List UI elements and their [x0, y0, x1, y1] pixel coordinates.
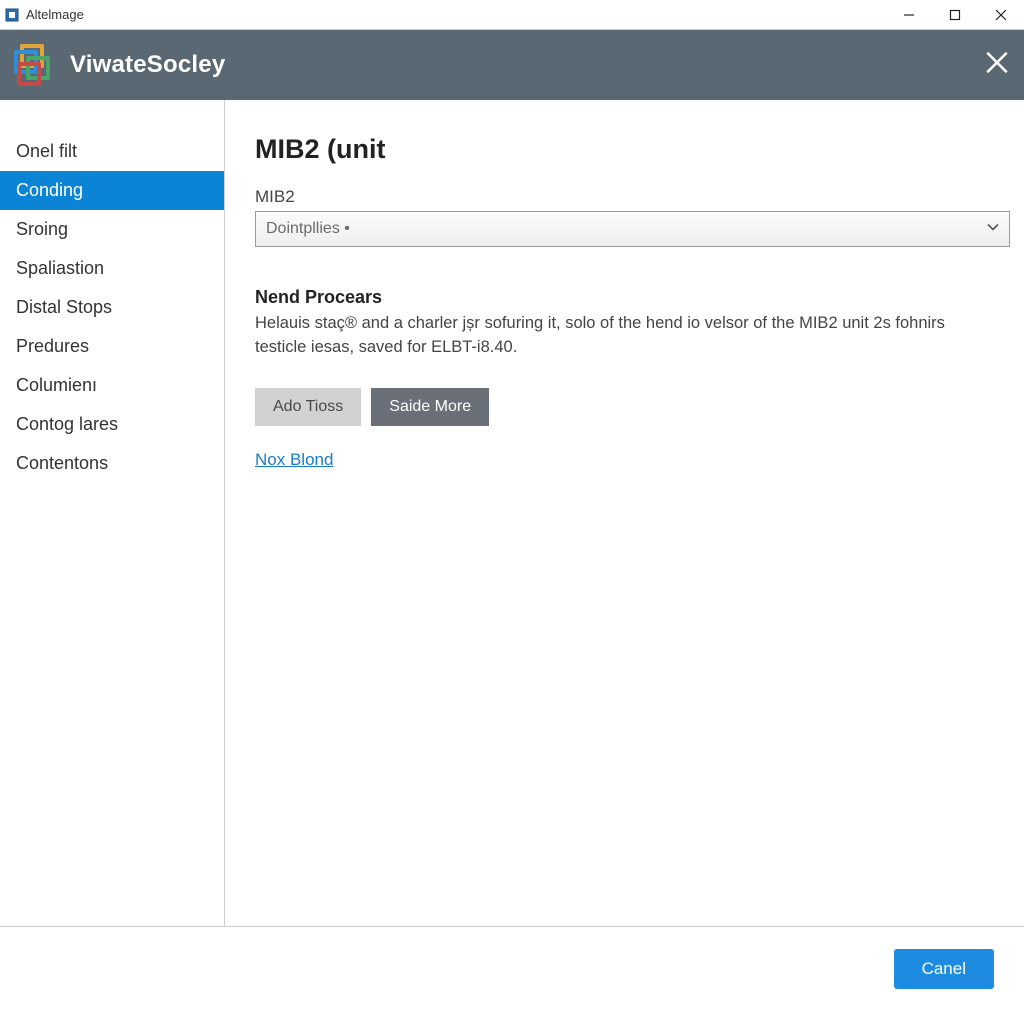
app-icon	[4, 7, 20, 23]
sidebar-item-sroing[interactable]: Sroing	[0, 210, 224, 249]
select-label: MIB2	[255, 187, 994, 207]
window-controls	[886, 0, 1024, 30]
sidebar-item-predures[interactable]: Predures	[0, 327, 224, 366]
sidebar-item-spaliastion[interactable]: Spaliastion	[0, 249, 224, 288]
brand: ViwateSocley	[14, 44, 225, 86]
nox-blond-link[interactable]: Nox Blond	[255, 450, 333, 470]
saide-more-button[interactable]: Saide More	[371, 388, 489, 426]
app-header: ViwateSocley	[0, 30, 1024, 100]
window-title: Altelmage	[26, 7, 84, 22]
section-heading: Nend Procears	[255, 287, 994, 308]
chevron-down-icon	[986, 220, 1000, 239]
select-value: Dointpllies •	[266, 220, 350, 238]
section-body: Helauis staç® and a charler jșr sofuring…	[255, 312, 994, 360]
sidebar-item-onel-filt[interactable]: Onel filt	[0, 132, 224, 171]
sidebar-item-contog-lares[interactable]: Contog lares	[0, 405, 224, 444]
canel-button[interactable]: Canel	[894, 949, 994, 989]
mib2-select[interactable]: Dointpllies •	[255, 211, 1010, 247]
header-close-icon[interactable]	[984, 50, 1010, 81]
minimize-button[interactable]	[886, 0, 932, 30]
maximize-button[interactable]	[932, 0, 978, 30]
window-titlebar: Altelmage	[0, 0, 1024, 30]
sidebar-item-distal-stops[interactable]: Distal Stops	[0, 288, 224, 327]
ado-tioss-button[interactable]: Ado Tioss	[255, 388, 361, 426]
main-panel: MIB2 (unit MIB2 Dointpllies • Nend Proce…	[225, 100, 1024, 926]
footer: Canel	[0, 926, 1024, 1024]
body: Onel filt Conding Sroing Spaliastion Dis…	[0, 100, 1024, 926]
page-title: MIB2 (unit	[255, 134, 994, 165]
sidebar-item-conding[interactable]: Conding	[0, 171, 224, 210]
sidebar-item-contentons[interactable]: Contentons	[0, 444, 224, 483]
brand-logo-icon	[14, 44, 56, 86]
close-button[interactable]	[978, 0, 1024, 30]
button-row: Ado Tioss Saide More	[255, 388, 994, 426]
sidebar-item-columien[interactable]: Columienı	[0, 366, 224, 405]
brand-name: ViwateSocley	[70, 51, 225, 79]
sidebar: Onel filt Conding Sroing Spaliastion Dis…	[0, 100, 225, 926]
select-wrap: Dointpllies •	[255, 211, 1010, 247]
